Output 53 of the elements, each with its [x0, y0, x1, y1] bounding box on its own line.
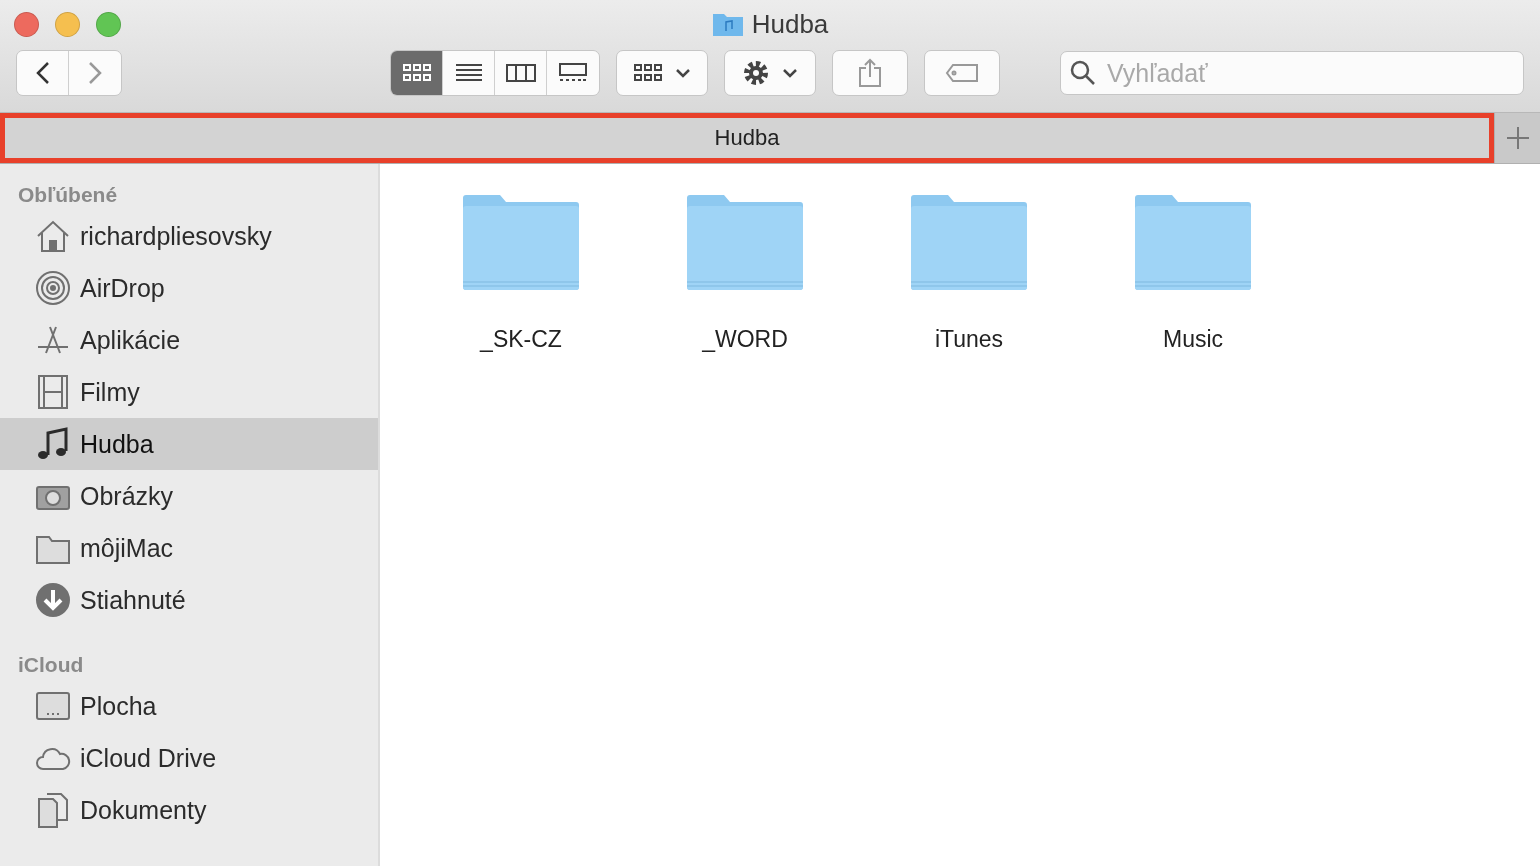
sidebar-item[interactable]: Dokumenty: [0, 784, 378, 836]
sidebar-section-title: iCloud: [17, 652, 85, 678]
sidebar-item[interactable]: Plocha: [0, 680, 378, 732]
view-mode-button[interactable]: [495, 51, 547, 95]
folder-icon[interactable]: [461, 194, 581, 292]
share-button[interactable]: [832, 50, 908, 96]
group-button[interactable]: [616, 50, 708, 96]
chevron-right-icon: [88, 61, 102, 85]
icon-grid-icon: [633, 62, 663, 84]
sidebar-item[interactable]: Obrázky: [0, 470, 378, 522]
tab[interactable]: Hudba: [0, 113, 1494, 163]
sidebar-item[interactable]: AirDrop: [0, 262, 378, 314]
columns-icon: [505, 62, 536, 84]
tag-icon: [945, 63, 979, 83]
sidebar-item[interactable]: iCloud Drive: [0, 732, 378, 784]
view-mode-button[interactable]: [547, 51, 599, 95]
view-mode-button[interactable]: [443, 51, 495, 95]
gallery-icon: [558, 62, 588, 84]
sidebar-section-title: Obľúbené: [17, 182, 119, 208]
music-folder-icon: [711, 11, 744, 37]
folder-icon[interactable]: [1133, 194, 1253, 292]
list-icon: [453, 62, 484, 84]
folder-name: _SK-CZ: [480, 326, 562, 353]
sidebar-item[interactable]: Hudba: [0, 418, 378, 470]
close-button[interactable]: [14, 12, 39, 37]
plus-icon: [1505, 126, 1530, 150]
zoom-button[interactable]: [96, 12, 121, 37]
view-mode-control[interactable]: [390, 50, 600, 96]
sidebar-item[interactable]: môjiMac: [0, 522, 378, 574]
folder-name: iTunes: [934, 326, 1004, 353]
search-field[interactable]: Vyhľadať: [1060, 51, 1524, 95]
folder-name: Music: [1162, 326, 1224, 353]
sidebar-item[interactable]: Filmy: [0, 366, 378, 418]
view-mode-button[interactable]: [391, 51, 443, 95]
download-icon: [34, 581, 72, 619]
minimize-button[interactable]: [55, 12, 80, 37]
sidebar-item[interactable]: Stiahnuté: [0, 574, 378, 626]
folder-icon[interactable]: [685, 194, 805, 292]
caret-icon: [782, 68, 798, 78]
caret-icon: [675, 68, 691, 78]
icon-grid-icon: [401, 62, 432, 84]
gear-icon: [742, 59, 770, 87]
tag-button[interactable]: [924, 50, 1000, 96]
share-icon: [858, 58, 882, 88]
back-button[interactable]: [17, 51, 69, 95]
folder-name: _WORD: [702, 326, 788, 353]
sidebar-item[interactable]: richardpliesovsky: [0, 210, 378, 262]
airdrop-icon: [34, 269, 72, 307]
chevron-left-icon: [35, 61, 50, 85]
sidebar-item[interactable]: Aplikácie: [0, 314, 378, 366]
window-title: Hudba: [751, 8, 829, 40]
action-button[interactable]: [724, 50, 816, 96]
folder-icon[interactable]: [909, 194, 1029, 292]
